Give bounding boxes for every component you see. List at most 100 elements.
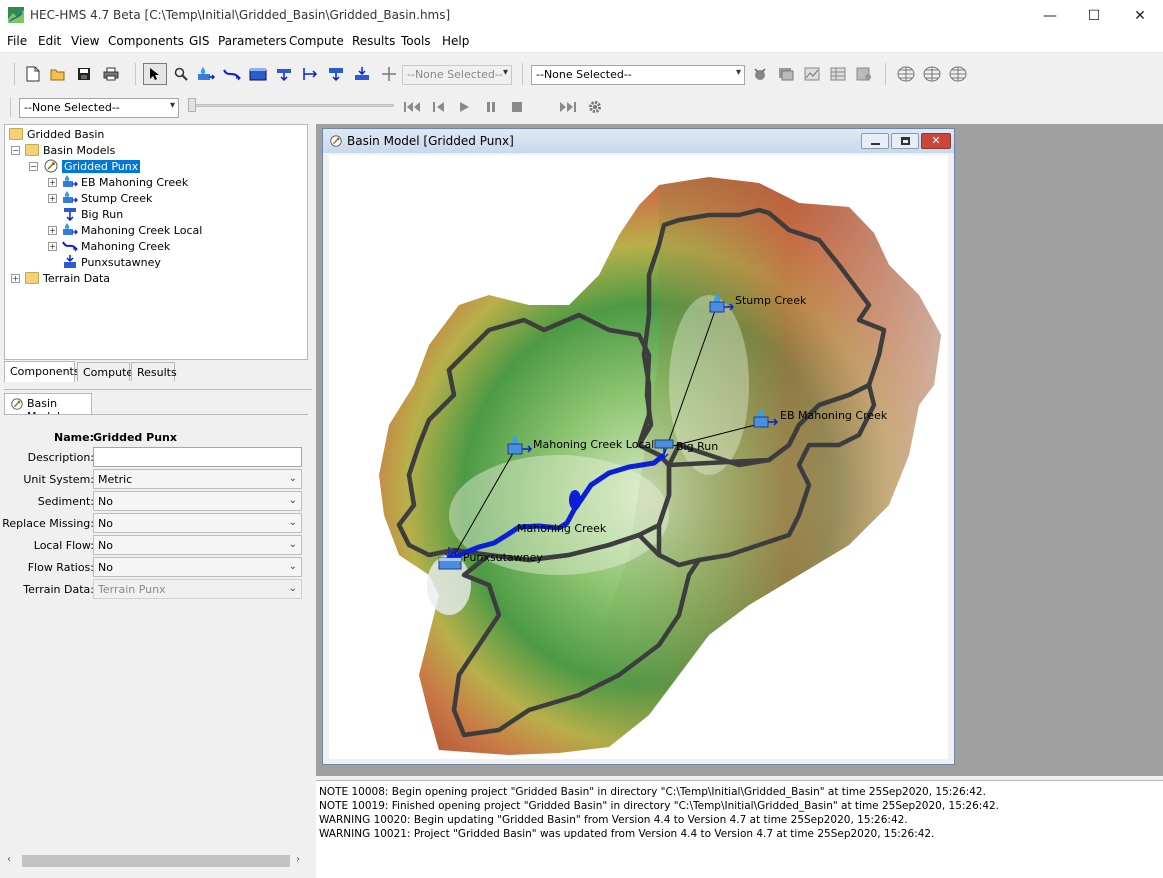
sink-tool-icon[interactable] [353, 65, 371, 83]
basin-window-title: Basin Model [Gridded Punx] [347, 134, 514, 148]
basin-restore-button[interactable] [891, 133, 919, 149]
unit-system-select[interactable]: Metric ⌄ [93, 469, 302, 489]
tab-basin-model[interactable]: Basin Model [4, 393, 92, 423]
crosshair-icon[interactable] [380, 65, 398, 83]
open-folder-icon[interactable] [49, 65, 67, 83]
save-icon[interactable] [75, 65, 93, 83]
app-icon [8, 7, 24, 23]
compute-run-icon[interactable] [751, 65, 769, 83]
message-line: NOTE 10019: Finished opening project "Gr… [319, 800, 1000, 812]
menu-gis[interactable]: GIS [189, 34, 209, 48]
run-select[interactable]: --None Selected-- ▾ [531, 65, 745, 85]
play-icon[interactable] [455, 98, 473, 116]
tree-item-gridded-punx[interactable]: − Gridded Punx [29, 158, 141, 174]
step-back-icon[interactable] [430, 98, 448, 116]
chevron-down-icon: ▾ [735, 67, 741, 78]
collapse-icon[interactable]: − [11, 145, 20, 155]
basin-window-titlebar[interactable]: Basin Model [Gridded Punx] ✕ [323, 129, 954, 153]
terrain-data-select[interactable]: Terrain Punx ⌄ [93, 579, 302, 599]
tree-item-terrain-data[interactable]: + Terrain Data [11, 270, 110, 286]
tab-results[interactable]: Results [131, 362, 177, 381]
big-run-label: Big Run [676, 440, 718, 453]
menu-results[interactable]: Results [352, 34, 395, 48]
tree-item-mahoning-creek[interactable]: + Mahoning Creek [48, 238, 170, 254]
menu-tools[interactable]: Tools [401, 34, 431, 48]
horizontal-scrollbar[interactable]: ‹ › [4, 852, 308, 870]
new-file-icon[interactable] [24, 65, 42, 83]
close-button[interactable]: ✕ [1117, 0, 1163, 31]
local-flow-select[interactable]: No ⌄ [93, 535, 302, 555]
time-slider-track[interactable] [188, 104, 394, 107]
menu-view[interactable]: View [71, 34, 99, 48]
minimize-button[interactable]: — [1027, 0, 1073, 31]
tree-item-label: Terrain Data [43, 271, 110, 285]
diversion-tool-icon[interactable] [301, 65, 319, 83]
menu-file[interactable]: File [7, 34, 27, 48]
scroll-right-icon[interactable]: › [296, 854, 300, 865]
grid-globe-icon[interactable] [923, 65, 941, 83]
tree-item-label: Punxsutawney [81, 255, 161, 269]
tree-item-big-run[interactable]: Big Run [62, 206, 123, 222]
time-slider-thumb[interactable] [188, 98, 196, 112]
pause-icon[interactable] [482, 98, 500, 116]
stop-icon[interactable] [508, 98, 526, 116]
run-select-value: --None Selected-- [536, 68, 632, 81]
subbasin-icon [63, 175, 78, 187]
source-tool-icon[interactable] [327, 65, 345, 83]
tree-item-punxsutawney[interactable]: Punxsutawney [62, 254, 161, 270]
message-line: NOTE 10008: Begin opening project "Gridd… [319, 786, 986, 798]
punxsutawney-label: Punxsutawney [463, 551, 543, 564]
expand-icon[interactable]: + [48, 241, 57, 251]
menu-compute[interactable]: Compute [289, 34, 344, 48]
tab-components[interactable]: Components [4, 361, 80, 382]
menu-help[interactable]: Help [442, 34, 469, 48]
expand-icon[interactable]: + [48, 225, 57, 235]
summary-table-icon[interactable] [829, 65, 847, 83]
reservoir-tool-icon[interactable] [249, 65, 267, 83]
expand-icon[interactable]: + [11, 273, 20, 283]
zoom-icon[interactable] [172, 65, 190, 83]
description-field[interactable] [93, 447, 302, 467]
local-flow-label: Local Flow: [33, 539, 94, 552]
tab-compute[interactable]: Compute [77, 362, 133, 381]
subbasin-tool-icon[interactable] [197, 65, 215, 83]
scrollbar-thumb[interactable] [22, 855, 290, 867]
time-window-select[interactable]: --None Selected-- ▾ [19, 98, 179, 118]
gear-icon[interactable] [586, 98, 604, 116]
menu-parameters[interactable]: Parameters [218, 34, 287, 48]
sediment-select[interactable]: No ⌄ [93, 491, 302, 511]
expand-icon[interactable]: + [48, 177, 57, 187]
junction-tool-icon[interactable] [275, 65, 293, 83]
element-select[interactable]: --None Selected-- ▾ [402, 65, 512, 85]
chevron-down-icon: ⌄ [288, 539, 297, 550]
scroll-left-icon[interactable]: ‹ [7, 854, 11, 865]
tree-item-mahoning-creek-local[interactable]: + Mahoning Creek Local [48, 222, 202, 238]
basin-minimize-button[interactable] [861, 133, 889, 149]
maximize-button[interactable]: ☐ [1071, 0, 1117, 31]
tree-item-basin-models[interactable]: − Basin Models [11, 142, 115, 158]
tree-item-eb-mahoning-creek[interactable]: + EB Mahoning Creek [48, 174, 188, 190]
print-icon[interactable] [102, 65, 120, 83]
flow-ratios-select[interactable]: No ⌄ [93, 557, 302, 577]
fast-forward-icon[interactable] [559, 98, 577, 116]
message-log[interactable]: NOTE 10008: Begin opening project "Gridd… [316, 780, 1163, 878]
reach-icon [62, 241, 78, 252]
basin-map-canvas[interactable]: Stump Creek EB Mahoning Creek Mahoning C… [329, 155, 948, 759]
collapse-icon[interactable]: − [29, 161, 38, 171]
menu-components[interactable]: Components [108, 34, 184, 48]
time-series-table-icon[interactable] [855, 65, 873, 83]
tree-item-stump-creek[interactable]: + Stump Creek [48, 190, 152, 206]
graph-icon[interactable] [803, 65, 821, 83]
reach-tool-icon[interactable] [223, 65, 241, 83]
expand-icon[interactable]: + [48, 193, 57, 203]
basin-close-button[interactable]: ✕ [921, 133, 951, 149]
tree-item-project[interactable]: Gridded Basin [9, 126, 104, 142]
menu-edit[interactable]: Edit [38, 34, 61, 48]
arrow-tool-icon[interactable] [143, 63, 167, 85]
grid-globe-icon[interactable] [897, 65, 915, 83]
rewind-icon[interactable] [403, 98, 421, 116]
global-summary-icon[interactable] [777, 65, 795, 83]
replace-missing-select[interactable]: No ⌄ [93, 513, 302, 533]
tree-item-label: EB Mahoning Creek [81, 175, 189, 189]
grid-globe-icon[interactable] [949, 65, 967, 83]
